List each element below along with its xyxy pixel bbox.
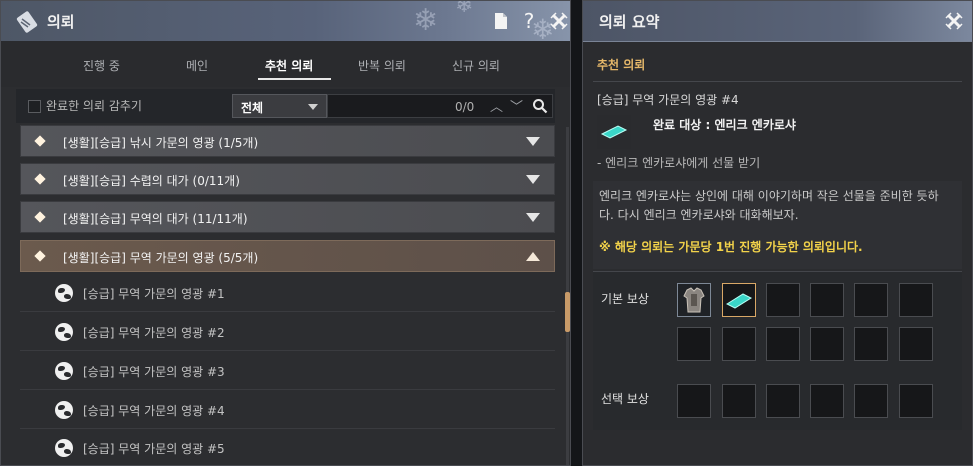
reward-slot-empty[interactable] [854,283,888,317]
scrollbar-thumb[interactable] [565,292,570,332]
search-icon[interactable] [532,98,548,117]
quest-filter-bar: 완료한 의뢰 감추기 전체 0/0 ︿ ﹀ [16,89,555,123]
help-icon[interactable]: ? [517,9,541,33]
sub-quest-item[interactable]: [승급] 무역 가문의 영광 #4 [20,391,555,429]
sub-quest-item[interactable]: [승급] 무역 가문의 영광 #2 [20,313,555,351]
reward-slot-empty[interactable] [677,327,711,361]
select-reward-slot[interactable] [722,384,756,418]
select-reward-slot[interactable] [899,384,933,418]
scroll-icon [15,10,39,37]
reward-slot-empty[interactable] [722,327,756,361]
category-dropdown[interactable]: 전체 [232,94,327,118]
globe-icon [55,284,73,302]
diamond-icon [34,250,46,262]
sub-quest-item[interactable]: [승급] 무역 가문의 영광 #3 [20,352,555,390]
quest-description-box: 엔리크 엔카로샤는 상인에 대해 이야기하며 작은 선물을 준비한 듯하다. 다… [593,181,962,269]
diamond-icon [34,211,46,223]
globe-icon [55,439,73,457]
quest-notice: ※ 해당 의뢰는 가문당 1번 진행 가능한 의뢰입니다. [599,240,863,254]
select-reward-label: 선택 보상 [601,392,649,406]
quest-group-row[interactable]: [생활][승급] 낚시 가문의 영광 (1/5개) [20,125,555,157]
sub-quest-label: [승급] 무역 가문의 영광 #5 [83,442,225,456]
quest-group-row[interactable]: [생활][승급] 무역의 대가 (11/11개) [20,201,555,233]
quest-list: [생활][승급] 낚시 가문의 영광 (1/5개) [생활][승급] 수렵의 대… [16,124,555,465]
chevron-down-icon[interactable]: ﹀ [510,96,523,115]
chevron-down-icon[interactable] [526,137,540,146]
document-icon[interactable] [489,9,513,33]
quest-group-label: [생활][승급] 낚시 가문의 영광 (1/5개) [63,136,259,150]
reward-slot-empty[interactable] [854,327,888,361]
tab-new[interactable]: 신규 의뢰 [452,57,500,74]
reward-slot-empty[interactable] [766,283,800,317]
quest-window: 의뢰 ❄ ❄ ❄ ? 진행 중 메인 추천 의뢰 반복 의뢰 신규 의뢰 완료한… [0,0,571,466]
reward-slot-empty[interactable] [899,327,933,361]
chevron-down-icon[interactable] [526,213,540,222]
basic-reward-label: 기본 보상 [601,292,649,306]
category-dropdown-value: 전체 [241,101,264,115]
quest-name: [승급] 무역 가문의 영광 #4 [597,93,739,107]
globe-icon [55,323,73,341]
diamond-icon [34,173,46,185]
reward-slot-empty[interactable] [810,283,844,317]
reward-slot-empty[interactable] [766,327,800,361]
reward-section: 기본 보상 선택 보상 [593,271,962,430]
search-input[interactable]: 0/0 ︿ ﹀ [327,94,553,118]
reward-slot-empty[interactable] [899,283,933,317]
sub-quest-label: [승급] 무역 가문의 영광 #4 [83,404,225,418]
completion-target: 완료 대상 : 엔리크 엔카로샤 [653,118,796,132]
sub-quest-item[interactable]: [승급] 무역 가문의 영광 #1 [20,274,555,312]
chevron-down-icon[interactable] [526,175,540,184]
close-icon[interactable] [547,9,570,33]
chevron-up-icon[interactable] [526,252,540,261]
quest-summary-title: 의뢰 요약 [599,13,660,31]
quest-objective: - 엔리크 엔카로샤에게 선물 받기 [597,156,761,170]
tab-repeat[interactable]: 반복 의뢰 [358,57,406,74]
active-tab-indicator [258,78,331,80]
tab-main[interactable]: 메인 [186,57,208,74]
quest-description: 엔리크 엔카로샤는 상인에 대해 이야기하며 작은 선물을 준비한 듯하다. 다… [599,189,939,222]
ticket-icon [597,115,631,149]
reward-slot-ticket[interactable] [722,283,756,317]
tab-in-progress[interactable]: 진행 중 [83,57,120,74]
select-reward-slot[interactable] [677,384,711,418]
quest-summary-titlebar[interactable]: 의뢰 요약 [583,1,972,42]
sub-quest-label: [승급] 무역 가문의 영광 #2 [83,326,225,340]
quest-tabs: 진행 중 메인 추천 의뢰 반복 의뢰 신규 의뢰 [1,41,570,87]
quest-group-row-expanded[interactable]: [생활][승급] 무역 가문의 영광 (5/5개) [20,240,555,272]
divider [593,81,962,82]
reward-slot-empty[interactable] [810,327,844,361]
panel-gap [571,0,582,466]
select-reward-slot[interactable] [766,384,800,418]
search-result-count: 0/0 [455,100,475,114]
select-reward-slot[interactable] [810,384,844,418]
reward-slot-armor[interactable] [677,283,711,317]
tab-recommended[interactable]: 추천 의뢰 [265,57,313,74]
snowflake-decoration-icon: ❄ [455,0,474,18]
globe-icon [55,362,73,380]
quest-group-label: [생활][승급] 수렵의 대가 (0/11개) [63,174,240,188]
quest-category-label: 추천 의뢰 [597,58,646,72]
globe-icon [55,401,73,419]
chevron-up-icon[interactable]: ︿ [490,96,503,115]
quest-group-label: [생활][승급] 무역 가문의 영광 (5/5개) [63,251,259,265]
sub-quest-item[interactable]: [승급] 무역 가문의 영광 #5 [20,429,555,465]
snowflake-decoration-icon: ❄ [413,3,439,38]
quest-summary-window: 의뢰 요약 추천 의뢰 [승급] 무역 가문의 영광 #4 완료 대상 : 엔리… [582,0,973,466]
hide-completed-checkbox[interactable] [28,100,41,113]
hide-completed-label: 완료한 의뢰 감추기 [46,99,142,113]
select-reward-slot[interactable] [854,384,888,418]
quest-group-row[interactable]: [생활][승급] 수렵의 대가 (0/11개) [20,163,555,195]
chevron-down-icon [308,104,318,110]
quest-window-title: 의뢰 [47,13,75,31]
quest-group-label: [생활][승급] 무역의 대가 (11/11개) [63,212,248,226]
sub-quest-label: [승급] 무역 가문의 영광 #3 [83,365,225,379]
sub-quest-label: [승급] 무역 가문의 영광 #1 [83,287,225,301]
close-icon[interactable] [942,9,966,33]
quest-window-titlebar[interactable]: 의뢰 ❄ ❄ ❄ ? [1,0,570,46]
diamond-icon [34,135,46,147]
